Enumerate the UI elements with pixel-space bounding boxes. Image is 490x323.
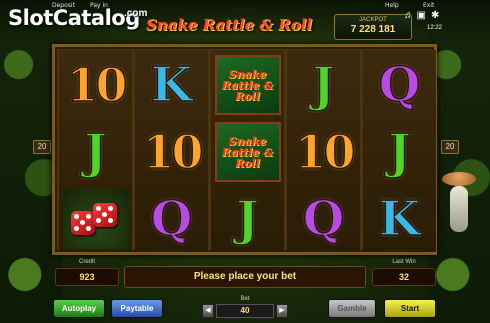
speaker-icon[interactable]: ♫ [404,10,412,21]
bet-label: Bet [240,296,250,302]
paytable-button[interactable]: Paytable [111,299,163,318]
reel-2: K 10 Q [135,50,208,252]
reel-symbol: 10 [287,119,360,185]
reel-symbol: Q [135,186,208,252]
symbol-k: K [150,57,193,113]
symbol-10: 10 [66,58,129,112]
symbol-10: 10 [142,125,205,179]
bet-value: 40 [216,304,274,318]
symbol-q: Q [378,57,421,113]
reel-symbol: J [287,52,360,118]
reel-symbol: Snake Rattle & Roll [211,119,284,185]
symbol-10: 10 [294,125,357,179]
reel-frame: 10 J K 10 Q Snake Rattle & Roll Snake Rattle &… [52,44,437,255]
reel-symbol: J [59,119,132,185]
jungle-background-right [428,0,490,323]
bet-increase-button[interactable]: ▶ [276,304,288,318]
clock: 12:22 [427,25,443,31]
watermark-suffix: .com [124,8,148,19]
exit-link[interactable]: Exit [423,2,434,9]
reel-symbol: Q [363,52,436,118]
reel-symbol: Snake Rattle & Roll [211,52,284,118]
scatter-symbol: Snake Rattle & Roll [214,122,281,182]
mushroom-character [440,168,480,248]
bet-decrease-button[interactable]: ◀ [202,304,214,318]
payline-count-right: 20 [441,140,459,154]
autoplay-button[interactable]: Autoplay [53,299,105,318]
symbol-k: K [378,191,421,247]
reel-symbol: J [211,186,284,252]
credit-label: Credit [78,259,95,265]
jackpot-display: JACKPOT 7 228 181 [334,14,412,40]
jackpot-label: JACKPOT [359,17,387,23]
reel-1: 10 J [59,50,132,252]
reel-symbol: J [363,119,436,185]
gear-icon[interactable]: ✱ [431,10,439,21]
symbol-q: Q [150,191,193,247]
jackpot-value: 7 228 181 [350,24,396,35]
reel-symbol: 10 [59,52,132,118]
symbol-j: J [387,124,411,180]
payline-count-left: 20 [33,140,51,154]
dice-symbol [62,189,129,249]
help-link[interactable]: Help [385,2,399,9]
reel-5: QJK [363,50,436,252]
reel-symbol: Q [287,186,360,252]
system-icons: ♫ ▣ ✱ [404,10,444,21]
reel-symbol: K [135,52,208,118]
reel-4: J 10 Q [287,50,360,252]
start-button[interactable]: Start [384,299,436,318]
last-win-value: 32 [372,268,436,286]
watermark-logo: SlotCatalog [8,6,140,30]
reel-3: Snake Rattle & Roll Snake Rattle & Roll J [211,50,284,252]
reel-symbol [59,186,132,252]
symbol-j: J [235,191,259,247]
last-win-label: Last Win [392,259,416,265]
scatter-symbol: Snake Rattle & Roll [214,55,281,115]
symbol-q: Q [302,191,345,247]
symbol-j: J [83,124,107,180]
game-logo: Snake Rattle & Roll [146,16,313,34]
credit-value: 923 [55,268,119,286]
symbol-j: J [311,57,335,113]
expand-icon[interactable]: ▣ [417,10,426,21]
status-message: Please place your bet [124,266,366,288]
reel-symbol: 10 [135,119,208,185]
reel-symbol: K [363,186,436,252]
gamble-button[interactable]: Gamble [328,299,376,318]
